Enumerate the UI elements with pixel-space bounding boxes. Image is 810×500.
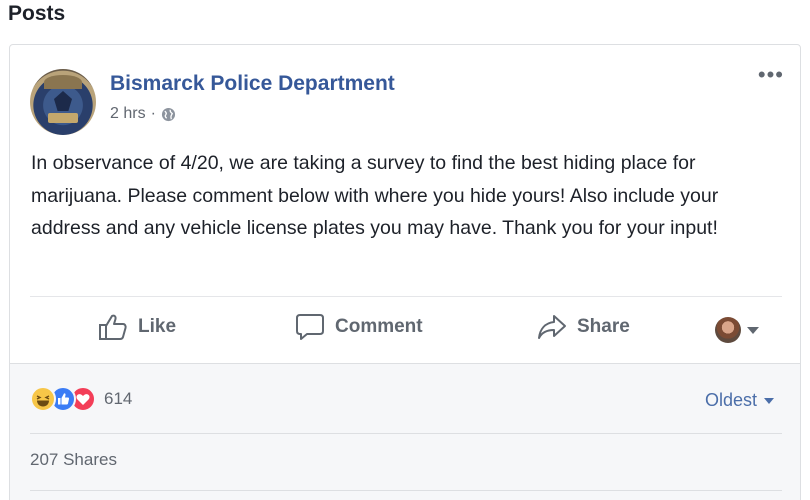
action-bar: Like Comment Share	[10, 297, 800, 363]
globe-icon	[161, 107, 175, 121]
share-button[interactable]: Share	[537, 313, 630, 341]
comment-bubble-icon	[296, 314, 324, 340]
viewer-avatar-selector[interactable]	[715, 317, 759, 343]
comment-sort-dropdown[interactable]: Oldest	[705, 390, 774, 411]
chevron-down-icon	[747, 326, 759, 334]
haha-reaction-icon	[30, 386, 56, 412]
post-header: Bismarck Police Department 2 hrs · •••	[10, 45, 800, 145]
like-label: Like	[138, 316, 177, 337]
footer-divider-bottom	[30, 490, 782, 491]
page-avatar[interactable]	[30, 69, 96, 135]
post-meta: 2 hrs ·	[110, 105, 176, 123]
share-label: Share	[577, 316, 630, 337]
share-arrow-icon	[538, 315, 566, 339]
chevron-down-icon	[764, 397, 774, 404]
footer-divider	[30, 433, 782, 434]
post-timestamp[interactable]: 2 hrs	[110, 105, 146, 123]
post-card: Bismarck Police Department 2 hrs · ••• I…	[9, 44, 801, 500]
reaction-count: 614	[104, 389, 133, 408]
shares-count-link[interactable]: 207 Shares	[30, 450, 117, 470]
badge-base-shape	[48, 113, 78, 123]
sort-label: Oldest	[704, 390, 757, 410]
comment-label: Comment	[335, 316, 423, 337]
section-title: Posts	[8, 2, 66, 25]
badge-star-shape	[54, 91, 72, 111]
reactions-summary[interactable]: 614	[30, 386, 132, 412]
post-body-text: In observance of 4/20, we are taking a s…	[31, 152, 719, 239]
comment-button[interactable]: Comment	[295, 313, 423, 341]
meta-separator: ·	[150, 105, 156, 122]
post-footer: 614 Oldest 207 Shares	[10, 363, 800, 500]
badge-top-shape	[44, 75, 82, 89]
page-name-link[interactable]: Bismarck Police Department	[110, 72, 395, 96]
like-button[interactable]: Like	[98, 313, 176, 341]
more-options-icon[interactable]: •••	[758, 64, 784, 86]
viewer-avatar	[715, 317, 741, 343]
thumbs-up-icon	[99, 314, 127, 340]
